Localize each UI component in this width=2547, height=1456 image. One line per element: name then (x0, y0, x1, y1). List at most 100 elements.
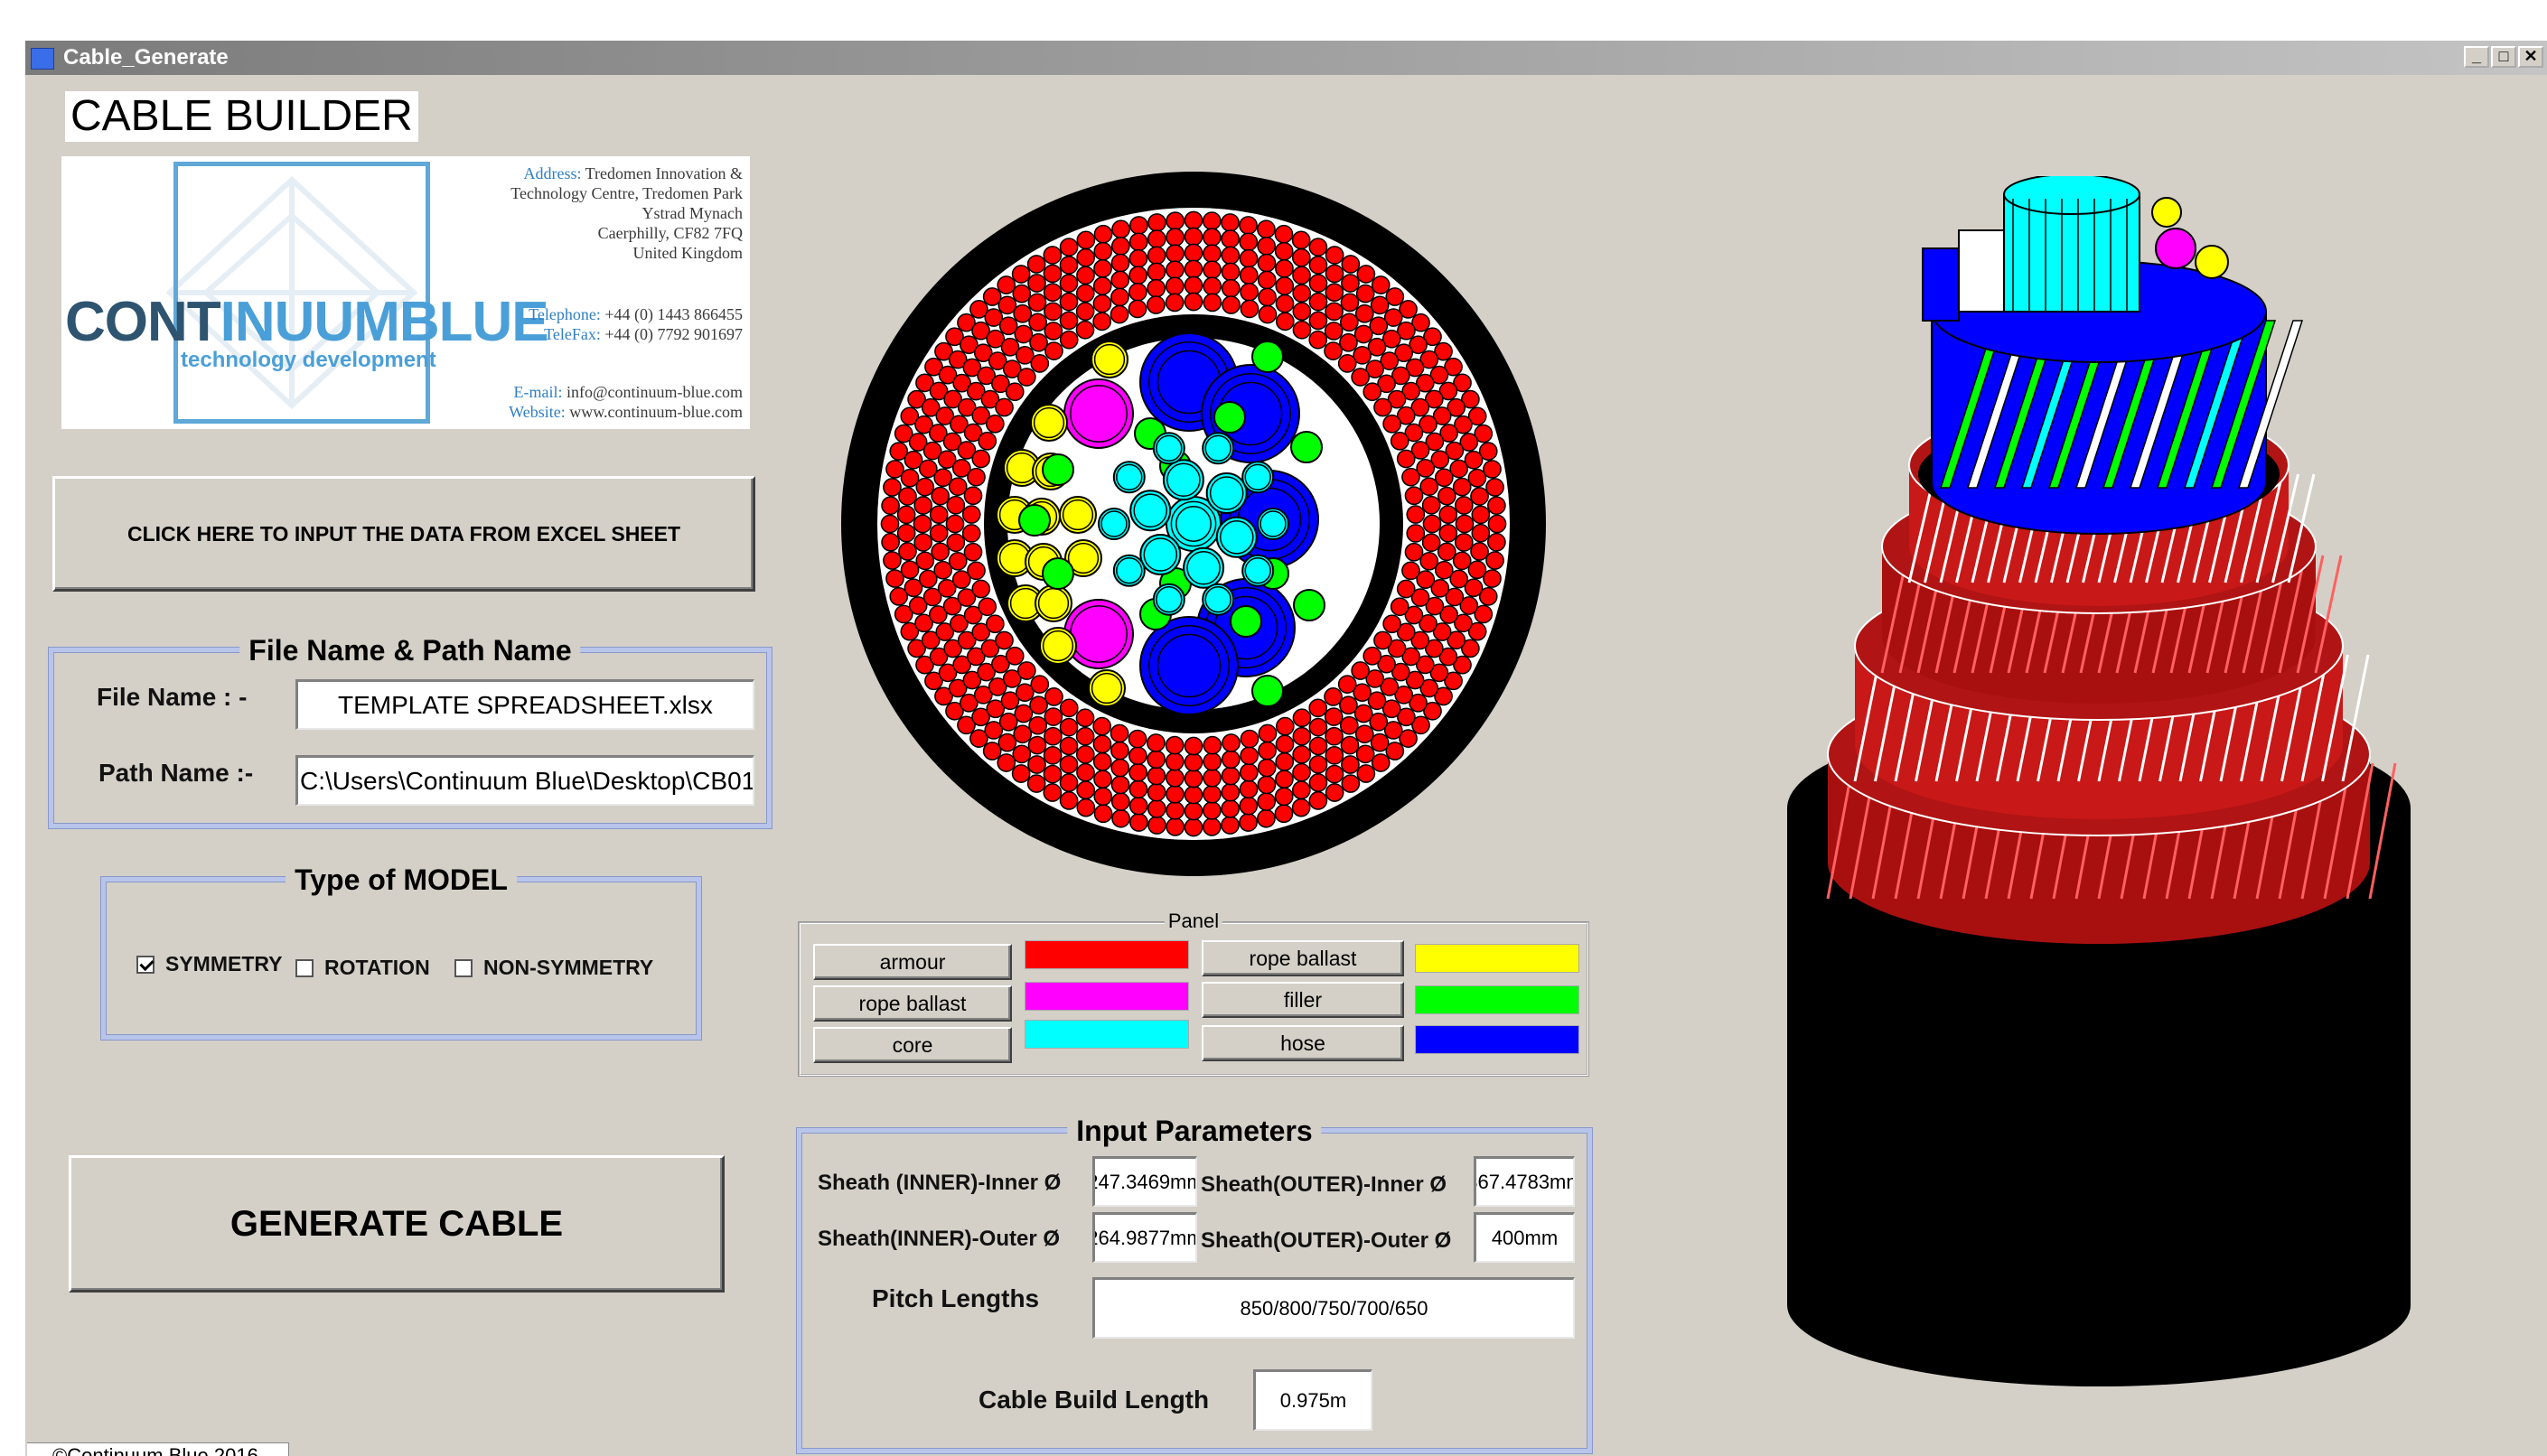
armour-wire (1028, 715, 1047, 735)
rope-ballast-yellow-strand (1035, 584, 1072, 622)
armour-wire (1471, 523, 1491, 543)
armour-wire (1292, 726, 1312, 746)
armour-wire (1093, 258, 1112, 278)
armour-wire (1487, 514, 1507, 534)
armour-wire (995, 630, 1014, 650)
symmetry-checkbox[interactable] (136, 955, 155, 974)
armour-wire (1308, 292, 1328, 312)
rotation-checkbox[interactable] (295, 958, 314, 977)
legend-panel-title: Panel (1164, 910, 1223, 933)
armour-wire (1184, 227, 1203, 247)
armour-wire (1203, 244, 1222, 264)
pitch-lengths-field[interactable]: 850/800/750/700/650 (1092, 1277, 1575, 1339)
sheath-inner-inner-field[interactable]: 247.3469mm (1092, 1156, 1197, 1207)
core-strand (1112, 461, 1146, 494)
armour-wire (1093, 770, 1112, 789)
legend-label-hose[interactable]: hose (1202, 1025, 1404, 1061)
armour-wire (1291, 230, 1311, 250)
rotation-option[interactable]: ROTATION (295, 956, 430, 980)
armour-wire (1292, 744, 1312, 764)
armour-wire (1128, 232, 1148, 252)
input-parameters-title: Input Parameters (1067, 1115, 1322, 1148)
armour-wire (1075, 708, 1095, 728)
legend-label-rope-ballast-yellow[interactable]: rope ballast (1202, 940, 1404, 976)
sheath-outer-inner-field[interactable]: 367.4783mm (1474, 1156, 1575, 1207)
armour-wire (1239, 796, 1259, 816)
armour-wire (1325, 764, 1344, 784)
armour-wire (1274, 224, 1294, 244)
armour-wire (985, 614, 1005, 634)
armour-wire (995, 397, 1014, 417)
armour-wire (1257, 758, 1277, 778)
sheath-inner-outer-field[interactable]: 264.9877mm (1092, 1212, 1197, 1263)
armour-wire (1258, 723, 1278, 743)
armour-wire (1075, 284, 1095, 303)
armour-wire (1470, 542, 1489, 561)
armour-wire (1221, 782, 1241, 802)
armour-wire (1454, 496, 1474, 515)
armour-wire (1184, 752, 1203, 772)
armour-wire (1292, 708, 1312, 728)
armour-wire (1257, 270, 1277, 290)
armour-wire (1059, 292, 1079, 312)
non-symmetry-checkbox[interactable] (454, 958, 473, 977)
rope-ballast-yellow-strand (1088, 669, 1126, 707)
armour-wire (1203, 293, 1222, 313)
maximize-button[interactable]: □ (2491, 46, 2516, 68)
armour-wire (1340, 293, 1360, 313)
import-excel-button[interactable]: CLICK HERE TO INPUT THE DATA FROM EXCEL … (52, 476, 755, 592)
armour-wire (1005, 382, 1025, 402)
armour-wire (929, 505, 949, 525)
armour-wire (1043, 283, 1063, 303)
armour-wire (1203, 228, 1222, 247)
armour-wire (948, 477, 968, 497)
minimize-button[interactable]: _ (2464, 46, 2489, 68)
armour-wire (898, 487, 917, 506)
armour-wire (1239, 762, 1259, 782)
armour-wire (971, 449, 991, 469)
armour-wire (1239, 232, 1259, 252)
armour-wire (1275, 752, 1295, 771)
armour-wire (1016, 661, 1036, 680)
cable-build-length-field[interactable]: 0.975m (1253, 1369, 1372, 1431)
pitch-lengths-label: Pitch Lengths (872, 1284, 1040, 1312)
symmetry-option[interactable]: SYMMETRY (136, 952, 283, 976)
armour-wire (1203, 735, 1222, 755)
armour-wire (913, 514, 932, 534)
rope-ballast-yellow-strand (1059, 496, 1097, 534)
core-strand (1205, 472, 1248, 515)
title-bar[interactable]: Cable_Generate _ □ ✕ (25, 41, 2547, 75)
armour-wire (1166, 768, 1185, 788)
file-name-field[interactable]: TEMPLATE SPREADSHEET.xlsx (295, 679, 754, 730)
legend-label-core[interactable]: core (813, 1027, 1012, 1063)
armour-wire (1239, 266, 1259, 285)
armour-wire (1147, 262, 1166, 282)
armour-wire (1184, 785, 1203, 805)
generate-cable-button[interactable]: GENERATE CABLE (69, 1155, 725, 1293)
close-button[interactable]: ✕ (2518, 46, 2543, 68)
path-name-field[interactable]: C:\Users\Continuum Blue\Desktop\CB01 (295, 755, 754, 806)
legend-label-armour[interactable]: armour (813, 944, 1012, 980)
armour-wire (1110, 237, 1130, 256)
armour-wire (1110, 287, 1129, 307)
armour-wire (1438, 505, 1458, 525)
armour-wire (1275, 770, 1294, 789)
non-symmetry-option[interactable]: NON-SYMMETRY (454, 956, 653, 980)
armour-wire (1076, 780, 1096, 800)
armour-wire (1308, 717, 1328, 737)
legend-label-rope-ballast-magenta[interactable]: rope ballast (813, 985, 1012, 1022)
armour-wire (1221, 816, 1240, 835)
armour-wire (1351, 368, 1371, 387)
white-hose-end (1958, 229, 2005, 313)
legend-label-filler[interactable]: filler (1202, 982, 1404, 1018)
armour-wire (1029, 332, 1048, 352)
armour-wire (1203, 260, 1222, 280)
armour-wire (1422, 514, 1442, 534)
filler-strand (1042, 453, 1074, 486)
filler-strand (1290, 431, 1323, 463)
armour-wire (1390, 431, 1409, 451)
armour-wire (1292, 284, 1312, 303)
sheath-outer-outer-field[interactable]: 400mm (1474, 1212, 1575, 1263)
armour-wire (1092, 276, 1112, 295)
cable-cross-section-view (841, 172, 1546, 876)
